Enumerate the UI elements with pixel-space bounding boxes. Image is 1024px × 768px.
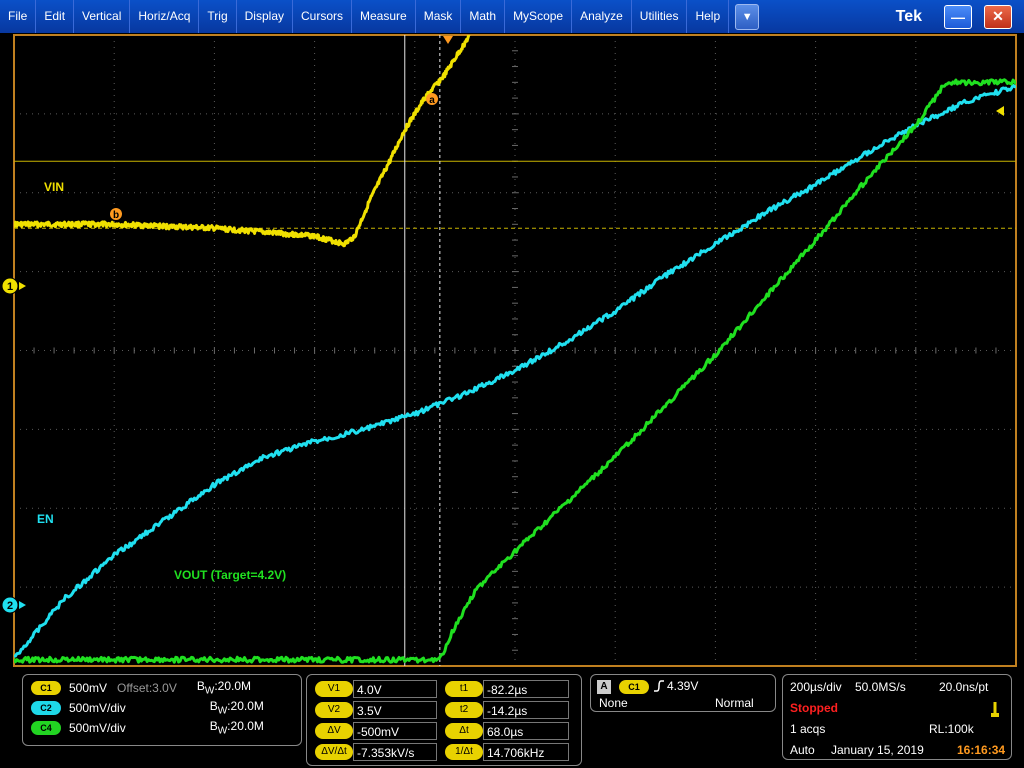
resolution: 20.0ns/pt xyxy=(939,680,989,694)
bw-prefix: B xyxy=(209,699,218,714)
bw-prefix: B xyxy=(209,719,218,734)
cursor-a-marker: a xyxy=(429,95,435,106)
cursor-b-marker: b xyxy=(113,210,119,221)
menu-utilities[interactable]: Utilities xyxy=(632,0,688,33)
channel-1-badge[interactable]: C1 xyxy=(31,681,61,695)
cursor-v2-badge: V2 xyxy=(315,702,353,718)
channel-4-scale: 500mV/div xyxy=(69,721,126,735)
trigger-coupling: None xyxy=(599,696,628,710)
menu-display[interactable]: Display xyxy=(237,0,293,33)
channel-2-badge[interactable]: C2 xyxy=(31,701,61,715)
channel-2-row[interactable]: C2 500mV/div BW:20.0M xyxy=(31,699,264,717)
cursor-t1-badge: t1 xyxy=(445,681,483,697)
bw-sub: W xyxy=(217,705,228,717)
cursor-readout-box[interactable]: V1 4.0V V2 3.5V ΔV -500mV ΔV/Δt -7.353kV… xyxy=(306,674,582,766)
channel-1-marker: 1 xyxy=(7,281,13,293)
menu-math[interactable]: Math xyxy=(461,0,506,33)
minimize-button[interactable]: — xyxy=(944,4,972,29)
trigger-source-badge[interactable]: C1 xyxy=(619,680,649,694)
channel-4-row[interactable]: C4 500mV/div BW:20.0M xyxy=(31,719,264,737)
waveform-display[interactable]: VIN EN VOUT (Target=4.2V) a b 1 2 xyxy=(0,33,1024,670)
tek-logo: Tek xyxy=(895,7,922,25)
cursor-inv-dt-value: 14.706kHz xyxy=(483,743,569,761)
readout-panel: C1 500mV Offset:3.0V BW:20.0M C2 500mV/d… xyxy=(0,670,1024,768)
menu-cursors[interactable]: Cursors xyxy=(293,0,353,33)
bw-prefix: B xyxy=(196,679,205,694)
trigger-status-icon xyxy=(991,701,999,722)
cursor-dt-badge: Δt xyxy=(445,723,483,739)
menu-file[interactable]: File xyxy=(0,0,37,33)
channel-settings-box[interactable]: C1 500mV Offset:3.0V BW:20.0M C2 500mV/d… xyxy=(22,674,302,746)
channel-4-bw-value: 20.0M xyxy=(230,719,264,734)
cursor-v1-value: 4.0V xyxy=(353,680,437,698)
channel-2-marker: 2 xyxy=(7,600,13,612)
trigger-level: 4.39V xyxy=(667,679,699,693)
acquisition-count: 1 acqs xyxy=(790,722,826,736)
cursor-dv-value: -500mV xyxy=(353,722,437,740)
channel-1-bw-value: 20.0M xyxy=(217,679,252,694)
cursor-v2-value: 3.5V xyxy=(353,701,437,719)
channel-2-bw-value: 20.0M xyxy=(230,699,264,714)
channel-1-row[interactable]: C1 500mV Offset:3.0V BW:20.0M xyxy=(31,679,251,697)
en-label: EN xyxy=(37,512,54,526)
trigger-mode: Normal xyxy=(715,696,754,710)
channel-1-scale: 500mV xyxy=(69,681,108,695)
bw-sub: W xyxy=(204,685,215,697)
cursor-t2-value: -14.2µs xyxy=(483,701,569,719)
channel-1-bandwidth: BW:20.0M xyxy=(196,679,252,697)
timebase: 200µs/div xyxy=(790,680,842,694)
record-length: RL:100k xyxy=(929,722,974,736)
menu-analyze[interactable]: Analyze xyxy=(572,0,632,33)
bw-sub: W xyxy=(217,725,228,737)
date: January 15, 2019 xyxy=(831,743,924,757)
trigger-a-badge: A xyxy=(597,680,611,694)
channel-4-bandwidth: BW:20.0M xyxy=(209,719,264,737)
cursor-dvdt-badge: ΔV/Δt xyxy=(315,744,353,760)
vin-label: VIN xyxy=(44,180,64,194)
acquisition-state: Stopped xyxy=(790,701,838,715)
channel-4-badge[interactable]: C4 xyxy=(31,721,61,735)
menu-myscope[interactable]: MyScope xyxy=(505,0,573,33)
channel-1-offset: Offset:3.0V xyxy=(117,681,177,695)
rising-edge-icon xyxy=(653,679,665,696)
sample-rate: 50.0MS/s xyxy=(855,680,906,694)
channel-2-bandwidth: BW:20.0M xyxy=(209,699,264,717)
menu-edit[interactable]: Edit xyxy=(36,0,75,33)
cursor-dt-value: 68.0µs xyxy=(483,722,569,740)
cursor-t2-badge: t2 xyxy=(445,702,483,718)
cursor-v1-badge: V1 xyxy=(315,681,353,697)
trigger-box[interactable]: A C1 4.39V None Normal xyxy=(590,674,776,712)
display-background xyxy=(0,33,1024,670)
cursor-t1-value: -82.2µs xyxy=(483,680,569,698)
menu-bar: File Edit Vertical Horiz/Acq Trig Display Curs… xyxy=(0,0,1024,33)
menu-help[interactable]: Help xyxy=(687,0,730,33)
menu-vertical[interactable]: Vertical xyxy=(74,0,131,33)
vout-label: VOUT (Target=4.2V) xyxy=(174,568,286,582)
cursor-dvdt-value: -7.353kV/s xyxy=(353,743,437,761)
channel-2-scale: 500mV/div xyxy=(69,701,126,715)
acquisition-mode: Auto xyxy=(790,743,815,757)
menu-dropdown-button[interactable]: ▼ xyxy=(735,3,760,30)
menu-horiz-acq[interactable]: Horiz/Acq xyxy=(130,0,200,33)
cursor-dv-badge: ΔV xyxy=(315,723,353,739)
menu-measure[interactable]: Measure xyxy=(352,0,416,33)
close-button[interactable]: ✕ xyxy=(984,4,1012,29)
time: 16:16:34 xyxy=(957,743,1006,757)
acquisition-box[interactable]: 200µs/div 50.0MS/s 20.0ns/pt Stopped 1 a… xyxy=(782,674,1012,760)
menu-mask[interactable]: Mask xyxy=(416,0,462,33)
menu-trig[interactable]: Trig xyxy=(199,0,237,33)
cursor-inv-dt-badge: 1/Δt xyxy=(445,744,483,760)
